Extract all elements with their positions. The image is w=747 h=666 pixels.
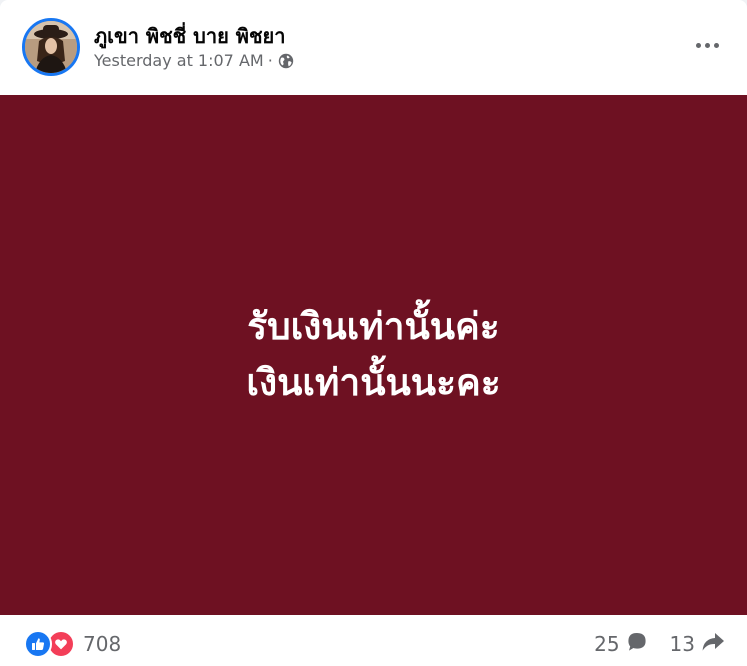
engagement-stats: 25 13 [594,630,725,658]
globe-icon[interactable] [278,53,294,69]
like-icon [24,630,52,658]
share-icon [701,631,725,658]
comments-stat[interactable]: 25 [594,631,647,658]
media-text-line-2: เงินเท่านั้นนะคะ [246,361,501,404]
reactions-summary[interactable]: 708 [24,630,121,658]
avatar-photo [25,21,77,73]
media-text-line-1: รับเงินเท่านั้นค่ะ [247,305,500,348]
post-timestamp[interactable]: Yesterday at 1:07 AM [94,51,264,70]
meta-separator: · [267,51,273,70]
share-count: 13 [669,632,695,656]
comment-icon [626,631,648,658]
author-avatar[interactable] [22,18,80,76]
more-options-icon[interactable] [687,30,727,60]
post-header: ภูเขา พิชชี่ บาย พิชยา Yesterday at 1:07… [0,0,747,95]
shares-stat[interactable]: 13 [670,631,725,658]
post-footer: 708 25 13 [0,615,747,666]
reaction-count: 708 [83,632,122,656]
author-name[interactable]: ภูเขา พิชชี่ บาย พิชยา [94,20,286,52]
post-meta: Yesterday at 1:07 AM · [94,51,294,70]
facebook-post: ภูเขา พิชชี่ บาย พิชยา Yesterday at 1:07… [0,0,747,666]
post-media[interactable]: รับเงินเท่านั้นค่ะ เงินเท่านั้นนะคะ [0,95,747,615]
comment-count: 25 [594,632,620,656]
